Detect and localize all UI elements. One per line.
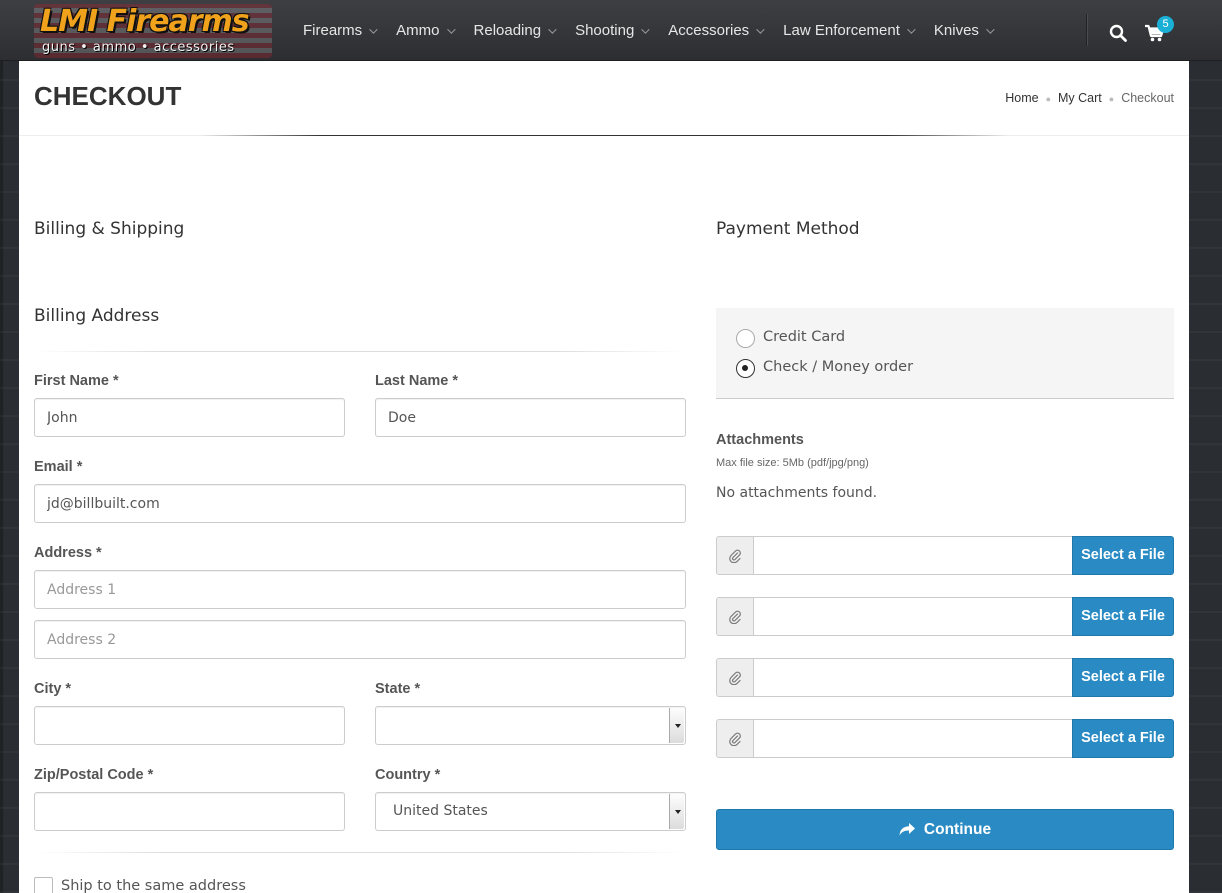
- logo-text: LMI Firearms: [40, 4, 250, 39]
- chevron-down-icon: [369, 24, 378, 34]
- search-icon[interactable]: [1109, 24, 1127, 42]
- select-file-button[interactable]: Select a File: [1072, 536, 1174, 575]
- address1-input[interactable]: [34, 570, 686, 609]
- state-select[interactable]: [375, 706, 686, 745]
- top-navbar: LMI Firearms guns • ammo • accessories F…: [0, 0, 1222, 61]
- credit-card-label[interactable]: Credit Card: [763, 329, 845, 345]
- attachments-title: Attachments: [716, 432, 804, 448]
- breadcrumb-home[interactable]: Home: [1005, 91, 1038, 107]
- file-upload-row: Select a File: [716, 536, 1174, 575]
- page-background-right: [1189, 61, 1222, 893]
- state-label: State *: [375, 681, 421, 697]
- payment-method-heading: Payment Method: [716, 219, 860, 239]
- check-money-order-label[interactable]: Check / Money order: [763, 359, 913, 375]
- nav-divider: [1086, 14, 1087, 46]
- nav-item-knives[interactable]: Knives: [933, 0, 995, 61]
- site-logo[interactable]: LMI Firearms guns • ammo • accessories: [34, 4, 272, 58]
- chevron-down-icon: [446, 24, 456, 34]
- first-name-label: First Name *: [34, 373, 119, 389]
- file-path-field[interactable]: [753, 536, 1073, 575]
- file-path-field[interactable]: [753, 597, 1073, 636]
- zip-input[interactable]: [34, 792, 345, 831]
- breadcrumb: Home ● My Cart ● Checkout: [1005, 91, 1174, 107]
- file-path-field[interactable]: [753, 658, 1073, 697]
- first-name-input[interactable]: [34, 398, 345, 437]
- nav-item-shooting[interactable]: Shooting: [575, 0, 650, 61]
- file-upload-row: Select a File: [716, 719, 1174, 758]
- email-label: Email *: [34, 459, 83, 475]
- nav-item-label: Knives: [933, 22, 979, 39]
- cart-count-badge: 5: [1157, 16, 1174, 33]
- nav-item-label: Law Enforcement: [783, 22, 900, 39]
- continue-button[interactable]: Continue: [716, 809, 1174, 850]
- chevron-down-icon: [986, 24, 995, 34]
- payment-options-box: [716, 308, 1174, 399]
- page-title: CHECKOUT: [34, 81, 182, 111]
- billing-bottom-divider: [34, 852, 685, 853]
- select-file-button[interactable]: Select a File: [1072, 719, 1174, 758]
- breadcrumb-my-cart[interactable]: My Cart: [1058, 91, 1102, 107]
- select-file-button[interactable]: Select a File: [1072, 658, 1174, 697]
- paperclip-icon: [716, 719, 754, 758]
- nav-item-label: Shooting: [575, 22, 635, 39]
- continue-label: Continue: [923, 820, 992, 838]
- check-money-order-radio[interactable]: [736, 359, 755, 378]
- billing-address-heading: Billing Address: [34, 306, 160, 326]
- nav-item-reloading[interactable]: Reloading: [473, 0, 557, 61]
- billing-divider: [34, 351, 685, 352]
- select-arrow-icon: [669, 794, 684, 829]
- country-label: Country *: [375, 767, 441, 783]
- address2-input[interactable]: [34, 620, 686, 659]
- attachments-empty-message: No attachments found.: [716, 485, 878, 501]
- select-file-button[interactable]: Select a File: [1072, 597, 1174, 636]
- address-label: Address *: [34, 545, 102, 561]
- country-select[interactable]: United States: [375, 792, 686, 831]
- logo-tagline: guns • ammo • accessories: [42, 40, 235, 55]
- nav-item-accessories[interactable]: Accessories: [668, 0, 765, 61]
- city-label: City *: [34, 681, 72, 697]
- paperclip-icon: [716, 536, 754, 575]
- breadcrumb-separator: ●: [1045, 94, 1051, 104]
- main-menu: Firearms Ammo Reloading Shooting Accesso…: [303, 0, 1013, 61]
- paperclip-icon: [716, 658, 754, 697]
- last-name-label: Last Name *: [375, 373, 459, 389]
- chevron-down-icon: [907, 24, 916, 34]
- file-upload-row: Select a File: [716, 658, 1174, 697]
- chevron-down-icon: [548, 24, 557, 34]
- last-name-input[interactable]: [375, 398, 686, 437]
- file-path-field[interactable]: [753, 719, 1073, 758]
- chevron-down-icon: [641, 24, 650, 34]
- nav-item-label: Reloading: [473, 22, 542, 39]
- file-upload-row: Select a File: [716, 597, 1174, 636]
- city-input[interactable]: [34, 706, 345, 745]
- paperclip-icon: [716, 597, 754, 636]
- billing-shipping-heading: Billing & Shipping: [34, 219, 185, 239]
- credit-card-radio[interactable]: [736, 329, 755, 348]
- zip-label: Zip/Postal Code *: [34, 767, 154, 783]
- breadcrumb-checkout: Checkout: [1121, 91, 1174, 105]
- nav-item-ammo[interactable]: Ammo: [396, 0, 456, 61]
- nav-item-label: Ammo: [396, 22, 440, 39]
- select-arrow-icon: [669, 708, 684, 743]
- nav-item-firearms[interactable]: Firearms: [303, 0, 378, 61]
- nav-item-law-enforcement[interactable]: Law Enforcement: [783, 0, 916, 61]
- country-selected-value: United States: [393, 803, 488, 819]
- share-arrow-icon: [899, 823, 915, 836]
- main-content: CHECKOUT Home ● My Cart ● Checkout Billi…: [19, 61, 1189, 893]
- attachments-note: Max file size: 5Mb (pdf/jpg/png): [716, 457, 869, 469]
- breadcrumb-separator: ●: [1108, 94, 1115, 104]
- nav-item-label: Accessories: [668, 22, 750, 39]
- nav-item-label: Firearms: [303, 22, 363, 39]
- ship-same-label[interactable]: Ship to the same address: [61, 878, 246, 893]
- header-divider-accent: [199, 135, 1009, 136]
- chevron-down-icon: [756, 24, 765, 34]
- email-input[interactable]: [34, 484, 686, 523]
- ship-same-checkbox[interactable]: [34, 877, 53, 893]
